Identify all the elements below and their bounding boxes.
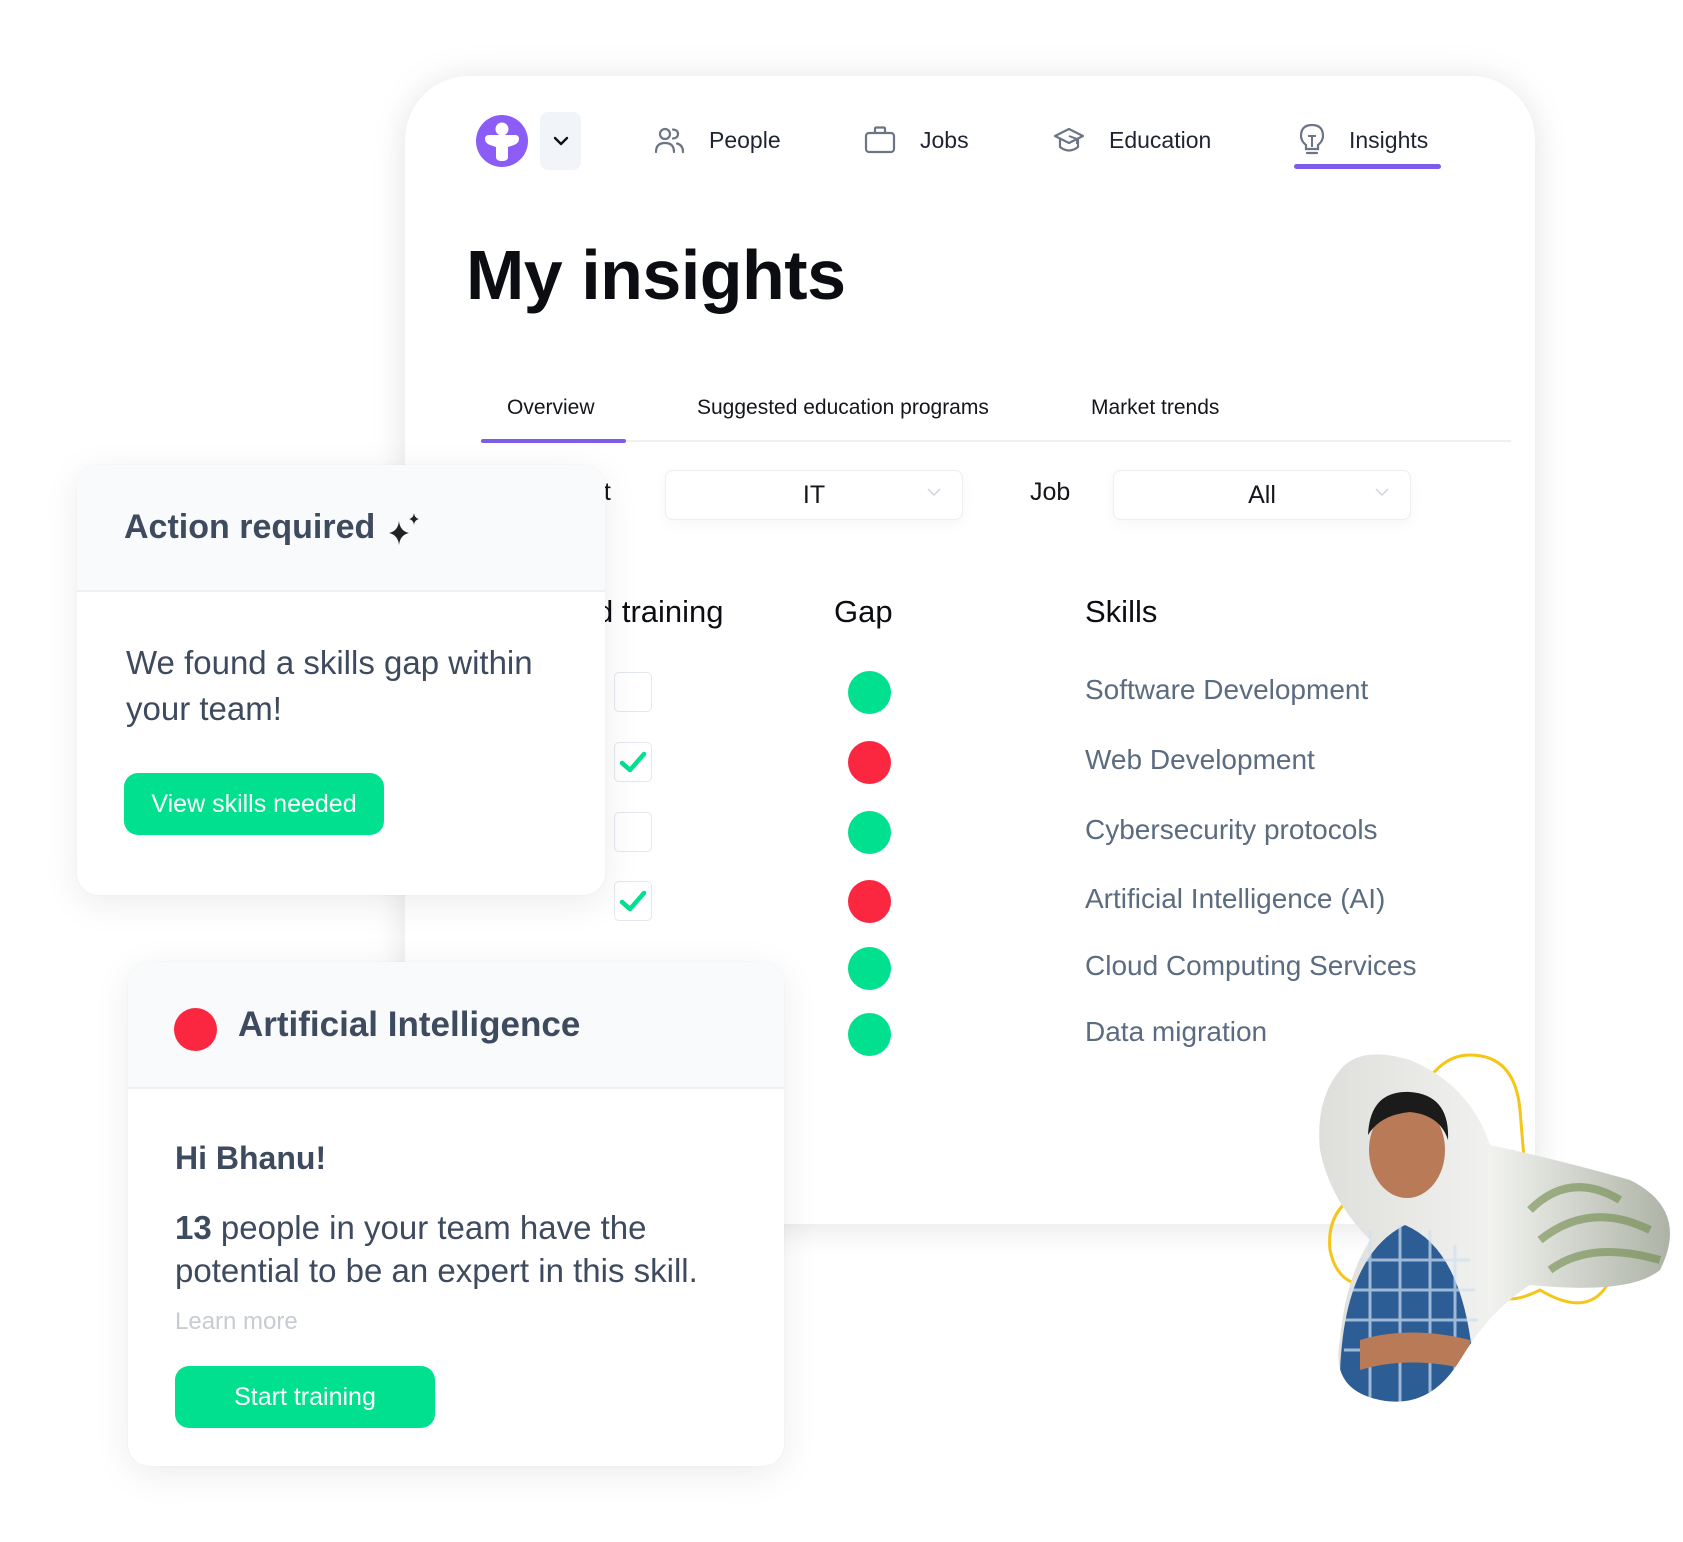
nav-jobs[interactable]: Jobs (864, 120, 969, 160)
nav-education-label: Education (1109, 126, 1212, 153)
action-required-card: Action required We found a skills gap wi… (77, 465, 605, 895)
gap-status-dot (848, 741, 891, 784)
sparkle-icon (389, 513, 419, 545)
skill-card-message-text: people in your team have the potential t… (175, 1209, 698, 1289)
chevron-down-icon (1375, 488, 1389, 497)
department-value: IT (802, 480, 826, 509)
skill-card-title: Artificial Intelligence (238, 1005, 581, 1044)
skill-name[interactable]: Software Development (1085, 674, 1368, 706)
gap-status-dot (174, 1008, 217, 1051)
page-title: My insights (466, 236, 846, 314)
tab-active-indicator (481, 439, 626, 443)
workspace-dropdown[interactable] (540, 112, 581, 170)
job-label: Job (1030, 478, 1071, 506)
learn-more-link[interactable]: Learn more (175, 1308, 298, 1336)
start-training-button[interactable]: Start training (175, 1366, 435, 1428)
nav-people-label: People (709, 126, 781, 153)
user-photo (1300, 1050, 1683, 1450)
nav-insights[interactable]: Insights (1299, 120, 1428, 160)
gap-status-dot (848, 1013, 891, 1056)
skill-card-header: Artificial Intelligence (128, 962, 784, 1089)
column-header-skills: Skills (1085, 594, 1158, 629)
gap-status-dot (848, 880, 891, 923)
briefcase-icon (864, 126, 896, 154)
people-icon (654, 127, 685, 154)
lightbulb-icon (1299, 123, 1325, 155)
tab-market-trends[interactable]: Market trends (1091, 396, 1219, 420)
gap-status-dot (848, 947, 891, 990)
checkmark-icon (619, 890, 647, 912)
tab-overview[interactable]: Overview (507, 396, 595, 420)
training-checkbox[interactable] (614, 881, 652, 921)
nav-people[interactable]: People (653, 120, 781, 160)
people-count: 13 (175, 1209, 212, 1246)
job-value: All (1248, 480, 1276, 509)
training-checkbox[interactable] (614, 812, 652, 852)
nav-active-indicator (1294, 164, 1441, 169)
action-card-title: Action required (124, 508, 376, 546)
nav-education[interactable]: Education (1053, 120, 1211, 160)
skill-name[interactable]: Cybersecurity protocols (1085, 814, 1378, 846)
chevron-down-icon (553, 136, 568, 146)
column-header-training: d training (596, 594, 724, 629)
skill-card-message: 13 people in your team have the potentia… (175, 1206, 755, 1292)
graduation-cap-icon (1053, 127, 1085, 152)
skill-name[interactable]: Web Development (1085, 744, 1315, 776)
view-skills-needed-button[interactable]: View skills needed (124, 773, 384, 835)
checkmark-icon (619, 751, 647, 773)
tab-bar: Overview Suggested education programs Ma… (481, 380, 1511, 443)
column-header-gap: Gap (834, 594, 893, 629)
gap-status-dot (848, 811, 891, 854)
logo-person-icon (485, 122, 519, 161)
skill-name[interactable]: Cloud Computing Services (1085, 950, 1417, 982)
job-select[interactable]: All (1113, 470, 1411, 520)
person-photo-illustration (1319, 1053, 1671, 1402)
nav-jobs-label: Jobs (920, 126, 969, 153)
tab-suggested-education-programs[interactable]: Suggested education programs (697, 396, 989, 420)
department-select[interactable]: IT (665, 470, 963, 520)
skill-detail-card: Artificial Intelligence Hi Bhanu! 13 peo… (128, 962, 784, 1466)
app-logo[interactable] (476, 115, 528, 167)
skill-name[interactable]: Data migration (1085, 1016, 1267, 1048)
chevron-down-icon (927, 488, 941, 497)
training-checkbox[interactable] (614, 672, 652, 712)
greeting: Hi Bhanu! (175, 1140, 327, 1176)
nav-insights-label: Insights (1349, 126, 1429, 153)
action-card-message: We found a skills gap within your team! (126, 644, 533, 727)
skill-name[interactable]: Artificial Intelligence (AI) (1085, 883, 1385, 915)
training-checkbox[interactable] (614, 742, 652, 782)
gap-status-dot (848, 671, 891, 714)
action-card-header: Action required (77, 465, 605, 592)
